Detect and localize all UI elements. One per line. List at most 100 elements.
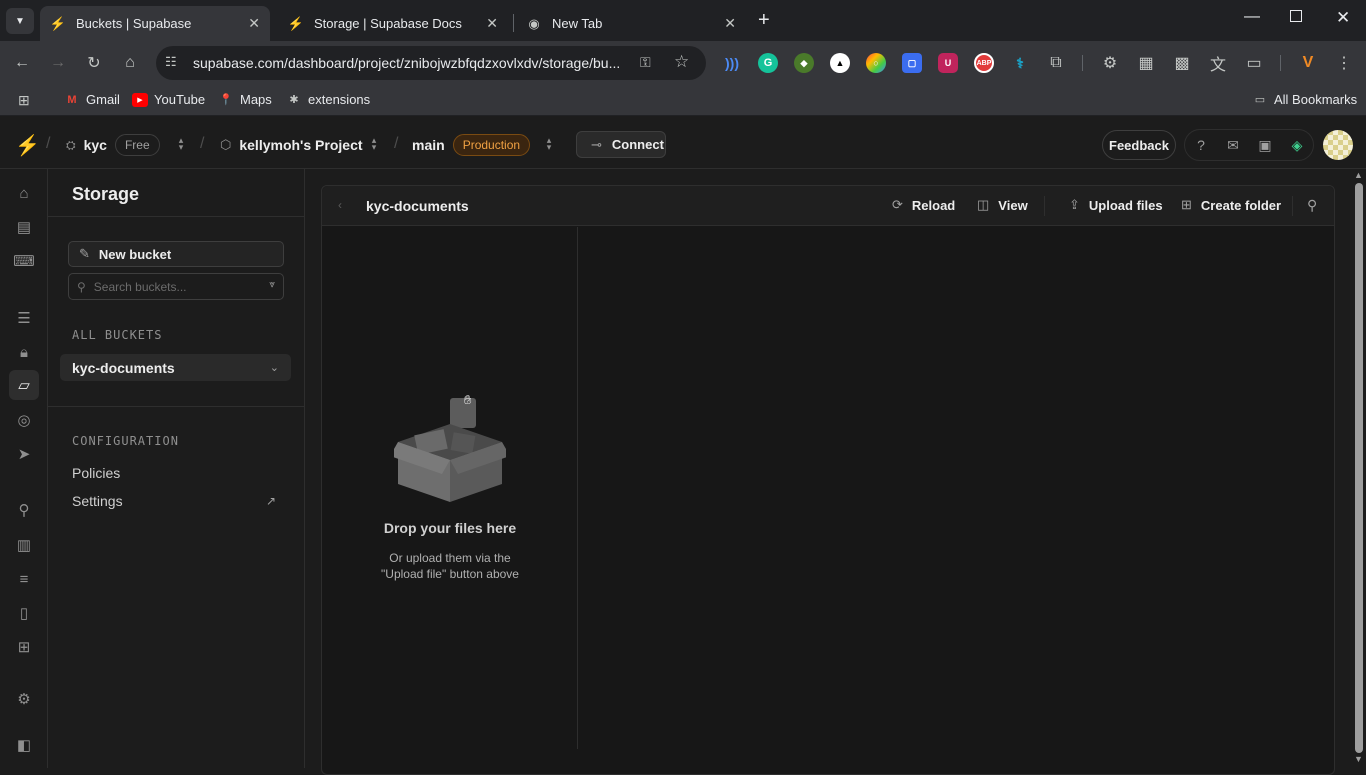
close-tab-icon[interactable]: ✕	[486, 15, 498, 32]
scroll-down-arrow-icon[interactable]: ▼	[1354, 754, 1363, 764]
plan-badge: Free	[114, 134, 160, 156]
browser-menu-icon[interactable]: ⋮	[1332, 51, 1356, 75]
forward-arrow-icon[interactable]: →	[46, 51, 70, 75]
table-editor-icon[interactable]: ▤	[13, 216, 35, 238]
connect-button[interactable]: ⊸ Connect	[576, 131, 666, 158]
address-bar[interactable]: ☷ supabase.com/dashboard/project/znibojw…	[156, 46, 706, 80]
reading-mode-icon[interactable]: ▦	[1134, 51, 1158, 75]
bookmark-youtube[interactable]: ▶ YouTube	[132, 92, 205, 107]
extension-tree-icon[interactable]: ⚕	[1010, 53, 1030, 73]
collapse-sidebar-icon[interactable]: ◧	[13, 734, 35, 756]
extensions-puzzle-icon[interactable]: ⧉	[1044, 51, 1068, 75]
production-badge: Production	[452, 134, 531, 156]
sql-editor-icon[interactable]: ⌨	[13, 250, 35, 272]
extension-ring-icon[interactable]: ○	[866, 53, 886, 73]
storage-icon[interactable]: ▱	[9, 370, 39, 400]
supabase-favicon-icon: ⚡	[49, 15, 67, 31]
external-link-arrow-icon: ↗	[266, 494, 277, 508]
qr-code-icon[interactable]: ▩	[1170, 51, 1194, 75]
extension-screen-icon[interactable]: ▢	[902, 53, 922, 73]
chevron-down-icon[interactable]: ⌄	[270, 361, 279, 374]
browser-tab-docs[interactable]: ⚡ Storage | Supabase Docs ✕	[278, 6, 508, 41]
extension-wave-icon[interactable]: )))	[722, 53, 742, 73]
advisor-diamond-icon[interactable]: ◈	[1286, 134, 1308, 156]
browser-tab-new[interactable]: ◉ New Tab ✕	[516, 6, 746, 41]
edge-functions-icon[interactable]: ◎	[13, 409, 35, 431]
project-selector[interactable]: ⬡ kellymoh's Project	[220, 121, 363, 169]
profile-v-icon[interactable]: V	[1296, 51, 1320, 75]
performance-icon[interactable]: ⚙	[1098, 51, 1122, 75]
bookmark-extensions[interactable]: ✱ extensions	[286, 92, 370, 107]
back-chevron-icon[interactable]: ‹	[338, 198, 342, 212]
branch-selector[interactable]: main Production	[412, 121, 531, 169]
close-tab-icon[interactable]: ✕	[724, 15, 736, 32]
auth-lock-icon[interactable]: 🔒︎	[13, 341, 35, 363]
upload-icon: ⇪	[1069, 197, 1080, 212]
filter-chevrons-icon[interactable]: ⩔	[269, 279, 275, 290]
tab-separator	[513, 14, 514, 32]
password-key-icon[interactable]: ⚿	[640, 54, 651, 71]
scrollbar-thumb[interactable]	[1355, 183, 1363, 753]
bookmarks-bar: ⊞ M Gmail ▶ YouTube 📍 Maps ✱ extensions ▭ All…	[0, 85, 1366, 116]
search-icon[interactable]: ⚲	[1307, 197, 1317, 214]
org-selector[interactable]: ⛭ kyc Free	[66, 121, 160, 169]
new-tab-plus-icon[interactable]: +	[758, 9, 770, 32]
close-window-icon[interactable]: ✕	[1336, 8, 1350, 28]
supabase-logo-icon[interactable]: ⚡	[15, 133, 40, 158]
terminal-icon[interactable]: ▣	[1254, 134, 1276, 156]
realtime-cursor-icon[interactable]: ➤	[13, 443, 35, 465]
page-scrollbar[interactable]: ▲ ▼	[1352, 169, 1366, 768]
project-switch-chevron-icon[interactable]: ▴ ▾	[369, 136, 379, 152]
org-switch-chevron-icon[interactable]: ▴ ▾	[176, 136, 186, 152]
minimize-window-icon[interactable]: —	[1244, 8, 1260, 26]
new-bucket-button[interactable]: ✎ New bucket	[68, 241, 284, 267]
restore-window-icon[interactable]	[1290, 10, 1302, 22]
help-icon[interactable]: ?	[1190, 134, 1212, 156]
settings-gear-icon[interactable]: ⚙	[13, 688, 35, 710]
drop-subtitle-line2: "Upload file" button above	[381, 567, 519, 581]
logs-list-icon[interactable]: ≡	[13, 568, 35, 590]
upload-files-button[interactable]: ⇪ Upload files	[1069, 197, 1163, 213]
feedback-button[interactable]: Feedback	[1102, 130, 1176, 160]
adblock-plus-icon[interactable]: ABP	[974, 53, 994, 73]
all-bookmarks[interactable]: ▭ All Bookmarks	[1252, 92, 1357, 107]
branch-switch-chevron-icon[interactable]: ▴ ▾	[544, 136, 554, 152]
refresh-icon: ⟳	[892, 197, 903, 212]
database-icon[interactable]: ☰	[13, 307, 35, 329]
apps-grid-icon[interactable]: ⊞	[18, 92, 30, 109]
policies-link[interactable]: Policies	[72, 465, 120, 481]
reports-chart-icon[interactable]: ▥	[13, 534, 35, 556]
settings-link[interactable]: Settings	[72, 493, 123, 509]
inbox-icon[interactable]: ✉	[1222, 134, 1244, 156]
reload-icon[interactable]: ↻	[82, 51, 106, 75]
avatar[interactable]	[1323, 130, 1353, 160]
bookmark-star-icon[interactable]: ☆	[674, 52, 689, 72]
all-buckets-label: ALL BUCKETS	[72, 328, 163, 342]
close-tab-icon[interactable]: ✕	[248, 15, 260, 32]
bucket-item-kyc-documents[interactable]: kyc-documents ⌄	[60, 354, 291, 381]
ublock-icon[interactable]: U	[938, 53, 958, 73]
extension-leaf-icon[interactable]: ◆	[794, 53, 814, 73]
reload-button[interactable]: ⟳ Reload	[892, 197, 955, 213]
api-docs-icon[interactable]: ▯	[13, 602, 35, 624]
back-arrow-icon[interactable]: ←	[10, 51, 34, 75]
translate-icon[interactable]: 文	[1206, 51, 1230, 75]
bookmark-gmail[interactable]: M Gmail	[64, 92, 120, 107]
integrations-icon[interactable]: ⊞	[13, 636, 35, 658]
create-folder-button[interactable]: ⊞ Create folder	[1181, 197, 1281, 213]
columns-icon: ◫	[977, 197, 990, 212]
extension-triangle-icon[interactable]: ▲	[830, 53, 850, 73]
tab-search-button[interactable]: ▼	[6, 8, 34, 34]
search-buckets-input[interactable]: ⚲ Search buckets... ⩔	[68, 273, 284, 300]
browser-tab-buckets[interactable]: ⚡ Buckets | Supabase ✕	[40, 6, 270, 41]
home-icon[interactable]: ⌂	[118, 51, 142, 75]
site-info-icon[interactable]: ☷	[165, 54, 177, 70]
bookmark-maps[interactable]: 📍 Maps	[218, 92, 272, 107]
cast-icon[interactable]: ▭	[1242, 51, 1266, 75]
drop-subtitle-line1: Or upload them via the	[389, 551, 511, 565]
grammarly-icon[interactable]: G	[758, 53, 778, 73]
advisors-bulb-icon[interactable]: ⚲	[13, 499, 35, 521]
home-icon[interactable]: ⌂	[13, 182, 35, 204]
view-button[interactable]: ◫ View	[977, 197, 1028, 213]
scroll-up-arrow-icon[interactable]: ▲	[1354, 170, 1363, 180]
